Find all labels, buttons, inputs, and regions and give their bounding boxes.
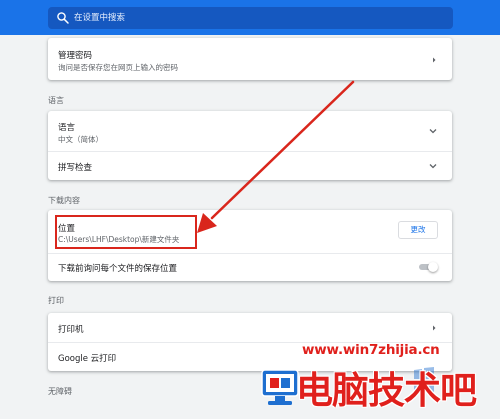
manage-passwords-row[interactable]: 管理密码 询问是否保存您在网页上输入的密码 <box>48 38 452 80</box>
spellcheck-row[interactable]: 拼写检查 <box>48 152 452 180</box>
language-label: 语言 <box>58 123 76 133</box>
downloads-section-title: 下载内容 <box>48 196 80 205</box>
chevron-down-icon <box>429 129 437 134</box>
password-card: 管理密码 询问是否保存您在网页上输入的密码 <box>48 38 452 80</box>
search-icon <box>57 12 69 24</box>
language-value: 中文（简体） <box>58 135 103 144</box>
download-location-path: C:\Users\LHF\Desktop\新建文件夹 <box>58 235 180 244</box>
download-location-label: 位置 <box>58 224 76 234</box>
printing-section-title: 打印 <box>48 296 64 305</box>
ask-where-to-save-label: 下载前询问每个文件的保存位置 <box>58 264 178 274</box>
watermark-url: www.win7zhijia.cn <box>302 342 440 358</box>
languages-section-title: 语言 <box>48 96 64 105</box>
search-input[interactable]: 在设置中搜索 <box>48 7 453 29</box>
ask-where-to-save-toggle[interactable] <box>419 262 438 272</box>
chevron-right-icon <box>433 57 436 63</box>
manage-passwords-label: 管理密码 <box>58 51 93 61</box>
search-placeholder: 在设置中搜索 <box>74 13 126 23</box>
printers-row[interactable]: 打印机 <box>48 313 452 342</box>
ask-where-to-save-row[interactable]: 下载前询问每个文件的保存位置 <box>48 254 452 281</box>
downloads-card: 位置 C:\Users\LHF\Desktop\新建文件夹 更改 下载前询问每个… <box>48 210 452 281</box>
manage-passwords-description: 询问是否保存您在网页上输入的密码 <box>58 63 178 72</box>
printers-label: 打印机 <box>58 325 84 335</box>
cloud-print-label: Google 云打印 <box>58 354 117 364</box>
download-location-row: 位置 C:\Users\LHF\Desktop\新建文件夹 更改 <box>48 210 452 253</box>
chevron-down-icon <box>429 164 437 169</box>
languages-card: 语言 中文（简体） 拼写检查 <box>48 111 452 180</box>
settings-header: 在设置中搜索 <box>0 0 500 35</box>
watermark-brand: 电脑技术吧 <box>296 369 477 412</box>
change-location-button[interactable]: 更改 <box>398 221 438 239</box>
accessibility-section-title: 无障碍 <box>48 387 72 396</box>
chevron-right-icon <box>433 325 436 331</box>
toggle-knob <box>428 262 438 272</box>
spellcheck-label: 拼写检查 <box>58 163 93 173</box>
language-row[interactable]: 语言 中文（简体） <box>48 111 452 151</box>
